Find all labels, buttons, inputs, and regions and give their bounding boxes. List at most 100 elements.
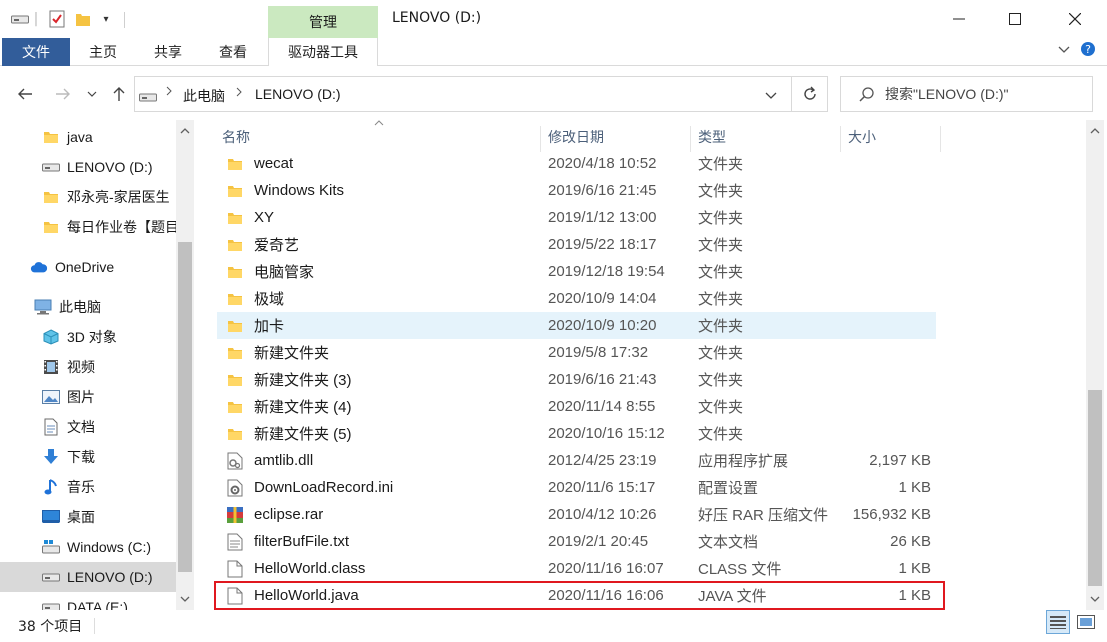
close-button[interactable] <box>1052 4 1098 34</box>
file-name: Windows Kits <box>254 182 345 199</box>
nav-item[interactable]: 此电脑 <box>0 292 176 322</box>
file-row[interactable]: eclipse.rar 2010/4/12 10:26 好压 RAR 压缩文件 156… <box>217 501 936 528</box>
file-name: filterBufFile.txt <box>254 533 350 550</box>
breadcrumb-drive[interactable]: LENOVO (D:) <box>255 86 341 102</box>
tab-home[interactable]: 主页 <box>78 38 128 66</box>
search-box[interactable] <box>840 76 1093 112</box>
column-header-size[interactable]: 大小 <box>840 120 940 154</box>
scroll-up-arrow-icon[interactable] <box>1086 122 1104 140</box>
nav-item-label: 文档 <box>67 419 95 435</box>
column-divider[interactable] <box>940 126 941 152</box>
file-list-scroll-thumb[interactable] <box>1088 390 1102 586</box>
tab-manage[interactable]: 管理 <box>268 6 378 38</box>
file-date: 2020/11/6 15:17 <box>548 479 656 496</box>
tab-view[interactable]: 查看 <box>208 38 258 66</box>
nav-item[interactable]: DATA (E:) <box>0 592 176 610</box>
folder-icon <box>225 370 245 390</box>
file-row[interactable]: wecat 2020/4/18 10:52 文件夹 <box>217 150 936 177</box>
details-view-button[interactable] <box>1046 610 1070 634</box>
file-date: 2020/4/18 10:52 <box>548 155 657 172</box>
file-size: 156,932 KB <box>852 506 931 523</box>
tab-drive-tools[interactable]: 驱动器工具 <box>268 38 378 66</box>
nav-item[interactable]: Windows (C:) <box>0 532 176 562</box>
file-row[interactable]: 新建文件夹 (3) 2019/6/16 21:43 文件夹 <box>217 366 936 393</box>
file-row[interactable]: 新建文件夹 2019/5/8 17:32 文件夹 <box>217 339 936 366</box>
file-type: 文件夹 <box>698 318 744 335</box>
tab-share[interactable]: 共享 <box>143 38 193 66</box>
help-icon[interactable]: ? <box>1080 41 1096 61</box>
nav-item[interactable]: LENOVO (D:) <box>0 562 176 592</box>
column-header-type[interactable]: 类型 <box>690 120 840 154</box>
nav-item-label: 桌面 <box>67 509 95 525</box>
large-icons-view-button[interactable] <box>1074 610 1098 634</box>
up-arrow-icon <box>113 87 125 101</box>
nav-item[interactable]: LENOVO (D:) <box>0 152 176 182</box>
forward-button[interactable] <box>52 82 74 106</box>
minimize-button[interactable] <box>936 4 982 34</box>
nav-item-label: DATA (E:) <box>67 599 128 610</box>
column-header-date[interactable]: 修改日期 <box>540 120 690 154</box>
scroll-up-arrow-icon[interactable] <box>176 122 194 140</box>
nav-item[interactable]: java <box>0 122 176 152</box>
nav-item[interactable]: OneDrive <box>0 252 176 282</box>
up-button[interactable] <box>108 82 130 106</box>
refresh-button[interactable] <box>792 76 828 112</box>
file-row[interactable]: DownLoadRecord.ini 2020/11/6 15:17 配置设置 1 K… <box>217 474 936 501</box>
expand-ribbon-icon[interactable] <box>1058 43 1070 58</box>
file-type: 文件夹 <box>698 291 744 308</box>
customize-toolbar-icon[interactable]: ▾ <box>99 8 113 30</box>
scroll-down-arrow-icon[interactable] <box>176 590 194 608</box>
file-row[interactable]: 新建文件夹 (5) 2020/10/16 15:12 文件夹 <box>217 420 936 447</box>
column-header-name[interactable]: 名称 <box>214 120 539 154</box>
recent-locations-button[interactable] <box>84 82 100 106</box>
document-icon <box>42 418 60 436</box>
back-button[interactable] <box>14 82 36 106</box>
file-row[interactable]: 加卡 2020/10/9 10:20 文件夹 <box>217 312 936 339</box>
nav-item-label: 图片 <box>67 389 95 405</box>
nav-scroll-thumb[interactable] <box>178 242 192 572</box>
folder-icon <box>225 208 245 228</box>
address-history-button[interactable] <box>765 88 777 104</box>
file-row[interactable]: 电脑管家 2019/12/18 19:54 文件夹 <box>217 258 936 285</box>
file-row[interactable]: 爱奇艺 2019/5/22 18:17 文件夹 <box>217 231 936 258</box>
drive-icon <box>42 598 60 610</box>
file-date: 2020/10/9 10:20 <box>548 317 657 334</box>
new-folder-icon[interactable] <box>73 8 93 30</box>
file-size: 26 KB <box>890 533 931 550</box>
address-bar[interactable]: 此电脑 LENOVO (D:) <box>134 76 792 112</box>
desktop-icon <box>42 508 60 526</box>
properties-icon[interactable] <box>47 8 67 30</box>
nav-item[interactable]: 音乐 <box>0 472 176 502</box>
file-list-scrollbar[interactable] <box>1086 120 1104 610</box>
file-name-cell: wecat <box>225 150 293 177</box>
ribbon: 文件 主页 共享 查看 驱动器工具 ? <box>0 38 1107 66</box>
scroll-down-arrow-icon[interactable] <box>1086 590 1104 608</box>
file-name-cell: 极域 <box>225 285 284 312</box>
nav-item[interactable]: 每日作业卷【题目 <box>0 212 176 242</box>
file-row[interactable]: Windows Kits 2019/6/16 21:45 文件夹 <box>217 177 936 204</box>
breadcrumb-this-pc[interactable]: 此电脑 <box>183 86 225 106</box>
file-row[interactable]: XY 2019/1/12 13:00 文件夹 <box>217 204 936 231</box>
file-row[interactable]: filterBufFile.txt 2019/2/1 20:45 文本文档 26 KB <box>217 528 936 555</box>
file-row[interactable]: 新建文件夹 (4) 2020/11/14 8:55 文件夹 <box>217 393 936 420</box>
nav-item[interactable]: 下载 <box>0 442 176 472</box>
nav-item[interactable]: 图片 <box>0 382 176 412</box>
nav-item[interactable]: 文档 <box>0 412 176 442</box>
file-name-cell: 新建文件夹 (3) <box>225 366 352 393</box>
search-input[interactable] <box>885 84 1085 104</box>
file-date: 2019/2/1 20:45 <box>548 533 649 550</box>
drive-icon <box>10 8 30 30</box>
maximize-button[interactable] <box>992 4 1038 34</box>
tab-file[interactable]: 文件 <box>2 38 70 66</box>
file-row[interactable]: amtlib.dll 2012/4/25 23:19 应用程序扩展 2,197 KB <box>217 447 936 474</box>
nav-scrollbar[interactable] <box>176 120 194 610</box>
nav-item[interactable]: 桌面 <box>0 502 176 532</box>
file-date: 2020/10/16 15:12 <box>548 425 665 442</box>
nav-item[interactable]: 3D 对象 <box>0 322 176 352</box>
close-icon <box>1069 13 1081 25</box>
file-name: HelloWorld.class <box>254 560 366 577</box>
nav-item[interactable]: 邓永亮-家居医生 <box>0 182 176 212</box>
nav-item[interactable]: 视频 <box>0 352 176 382</box>
file-row[interactable]: 极域 2020/10/9 14:04 文件夹 <box>217 285 936 312</box>
file-row[interactable]: HelloWorld.class 2020/11/16 16:07 CLASS 文件… <box>217 555 936 582</box>
